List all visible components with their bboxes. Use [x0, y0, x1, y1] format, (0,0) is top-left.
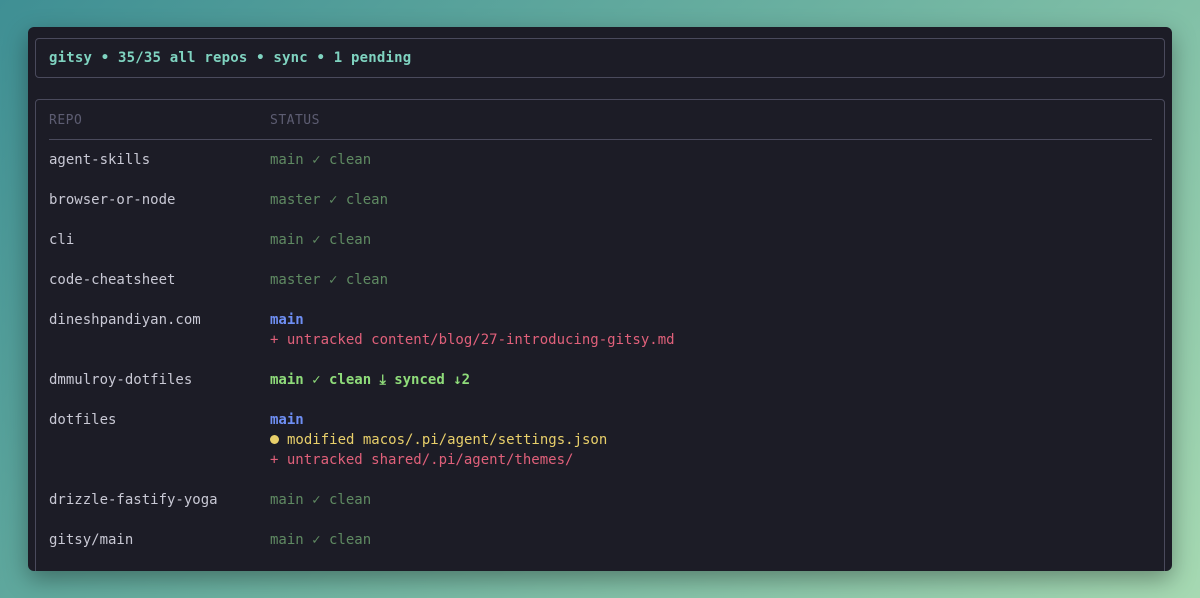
modified-file-line: modified macos/.pi/agent/settings.json	[270, 430, 607, 450]
repo-name: agent-skills	[49, 152, 151, 168]
repo-status: main ✓ clean	[270, 530, 371, 550]
status-header-text: gitsy • 35/35 all repos • sync • 1 pendi…	[49, 50, 412, 66]
status-line: main ✓ clean	[270, 232, 372, 248]
repo-name: browser-or-node	[49, 192, 176, 208]
terminal-window: gitsy • 35/35 all repos • sync • 1 pendi…	[28, 27, 1172, 571]
column-header-repo: REPO	[49, 113, 83, 128]
status-line: main ✓ clean ⤓ synced ↓2	[270, 372, 471, 388]
repo-name: cli	[49, 232, 75, 248]
column-header-status: STATUS	[270, 113, 320, 128]
untracked-file-line: + untracked shared/.pi/agent/themes/	[270, 452, 574, 468]
status-header: gitsy • 35/35 all repos • sync • 1 pendi…	[35, 38, 1165, 78]
repo-table: REPO STATUS agent-skills main ✓ clean br…	[35, 99, 1165, 571]
untracked-file-line: + untracked content/blog/27-introducing-…	[270, 332, 675, 348]
status-line: master ✓ clean	[270, 192, 389, 208]
modified-file-text: modified macos/.pi/agent/settings.json	[287, 432, 608, 448]
repo-name: dineshpandiyan.com	[49, 312, 201, 328]
repo-name: drizzle-fastify-yoga	[49, 492, 218, 508]
branch-name: main	[270, 412, 304, 428]
repo-name: dmmulroy-dotfiles	[49, 372, 193, 388]
repo-name: gitsy/main	[49, 532, 134, 548]
status-line: master ✓ clean	[270, 272, 389, 288]
status-line: main ✓ clean	[270, 492, 372, 508]
table-header: REPO STATUS	[49, 100, 1152, 140]
status-line: main ✓ clean	[270, 152, 372, 168]
repo-status: main ✓ clean	[270, 150, 371, 170]
repo-status: main ✓ clean	[270, 490, 371, 510]
branch-name: main	[270, 312, 304, 328]
modified-dot-icon	[270, 435, 279, 444]
repo-status: main modified macos/.pi/agent/settings.j…	[270, 410, 607, 470]
repo-name: dotfiles	[49, 412, 117, 428]
repo-name: code-cheatsheet	[49, 272, 176, 288]
repo-status: main + untracked content/blog/27-introdu…	[270, 310, 675, 350]
repo-status: master ✓ clean	[270, 190, 388, 210]
repo-status: main ✓ clean ⤓ synced ↓2	[270, 370, 470, 390]
repo-status: main ✓ clean	[270, 230, 371, 250]
status-line: main ✓ clean	[270, 532, 372, 548]
repo-status: master ✓ clean	[270, 270, 388, 290]
